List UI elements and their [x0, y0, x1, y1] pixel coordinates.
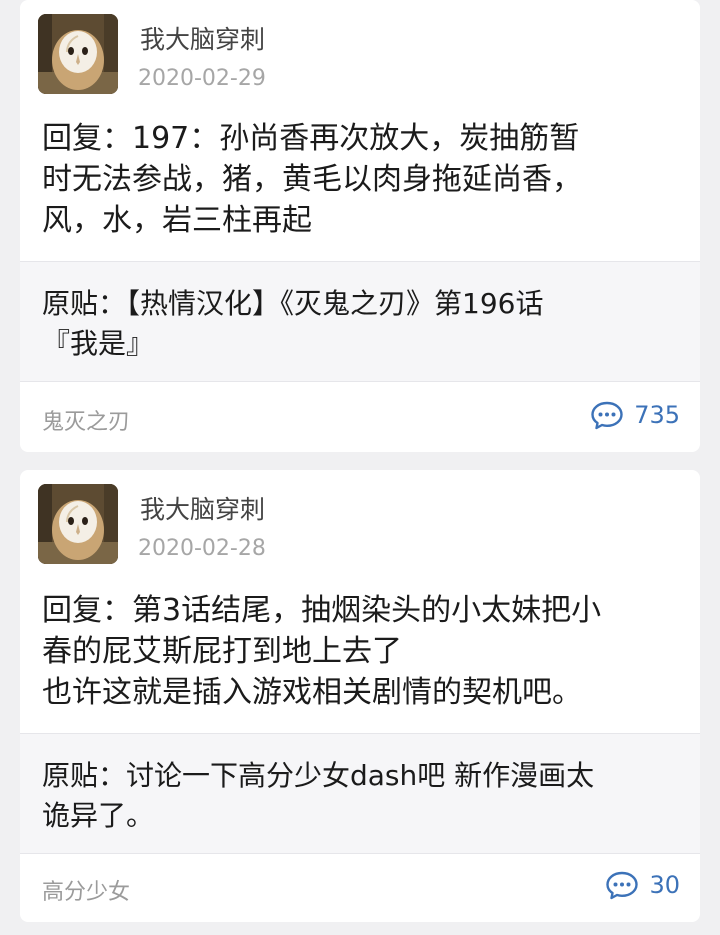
original-post-line: 原贴：【热情汉化】《灭鬼之刃》第196话: [42, 287, 544, 320]
reply-text[interactable]: 回复：197：孙尚香再次放大，炭抽筋暂 时无法参战，猪，黄毛以肉身拖延尚香， 风…: [20, 118, 700, 241]
username[interactable]: 我大脑穿刺: [140, 20, 265, 56]
original-post-line: 『我是』: [42, 327, 155, 360]
forum-tag[interactable]: 高分少女: [42, 874, 130, 906]
post-date: 2020-02-29: [138, 66, 266, 91]
original-post-line: 原贴：讨论一下高分少女dash吧 新作漫画太: [42, 759, 595, 792]
card-header: 我大脑穿刺 2020-02-28: [20, 470, 700, 570]
barn-owl-avatar-icon[interactable]: [38, 484, 118, 564]
reply-text[interactable]: 回复：第3话结尾，抽烟染头的小太妹把小 春的屁艾斯屁打到地上去了 也许这就是插入…: [20, 590, 700, 713]
original-post-link[interactable]: 原贴：讨论一下高分少女dash吧 新作漫画太 诡异了。: [20, 733, 700, 854]
reply-line: 风，水，岩三柱再起: [42, 203, 312, 238]
reply-card[interactable]: 我大脑穿刺 2020-02-29 回复：197：孙尚香再次放大，炭抽筋暂 时无法…: [20, 0, 700, 452]
card-header: 我大脑穿刺 2020-02-29: [20, 0, 700, 100]
comment-count: 735: [634, 401, 680, 429]
forum-tag[interactable]: 鬼灭之刃: [42, 404, 130, 436]
reply-line: 回复：第3话结尾，抽烟染头的小太妹把小: [42, 593, 602, 628]
reply-line: 春的屁艾斯屁打到地上去了: [42, 634, 402, 669]
reply-line: 时无法参战，猪，黄毛以肉身拖延尚香，: [42, 162, 582, 197]
post-date: 2020-02-28: [138, 536, 266, 561]
comment-button[interactable]: 735: [590, 400, 680, 430]
original-post-line: 诡异了。: [42, 799, 155, 832]
card-footer: 鬼灭之刃 735: [20, 384, 700, 452]
reply-feed: 我大脑穿刺 2020-02-29 回复：197：孙尚香再次放大，炭抽筋暂 时无法…: [0, 0, 720, 935]
username[interactable]: 我大脑穿刺: [140, 490, 265, 526]
comment-bubble-icon: [591, 401, 623, 430]
card-footer: 高分少女 30: [20, 854, 700, 922]
original-post-link[interactable]: 原贴：【热情汉化】《灭鬼之刃》第196话 『我是』: [20, 261, 700, 382]
reply-card[interactable]: 我大脑穿刺 2020-02-28 回复：第3话结尾，抽烟染头的小太妹把小 春的屁…: [20, 470, 700, 922]
comment-button[interactable]: 30: [605, 870, 680, 900]
comment-bubble-icon: [606, 871, 639, 900]
barn-owl-avatar-icon[interactable]: [38, 14, 118, 94]
comment-count: 30: [649, 871, 680, 899]
reply-line: 回复：197：孙尚香再次放大，炭抽筋暂: [42, 121, 580, 156]
reply-line: 也许这就是插入游戏相关剧情的契机吧。: [42, 675, 582, 710]
